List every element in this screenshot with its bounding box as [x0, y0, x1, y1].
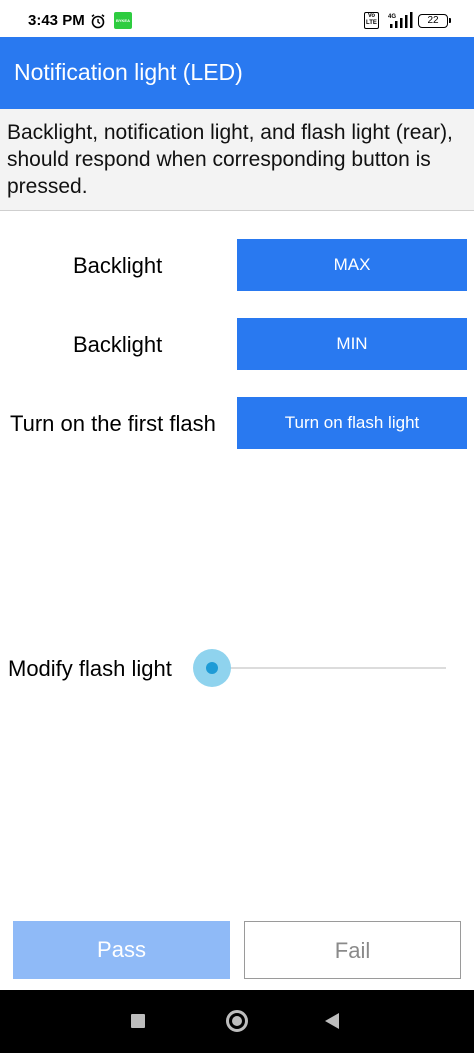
- backlight-max-label: Backlight: [73, 253, 163, 278]
- flash-light-button[interactable]: Turn on flash light: [237, 397, 467, 449]
- cell-signal-icon: 4G: [388, 12, 413, 28]
- triangle-back-icon[interactable]: [325, 1013, 339, 1029]
- network-type-label: 4G: [388, 14, 396, 20]
- backlight-max-button[interactable]: MAX: [237, 239, 467, 291]
- square-icon[interactable]: [131, 1014, 145, 1028]
- battery-icon: 22: [418, 14, 451, 28]
- screen: 3:43 PM BYKEA Vo LTE 4G 22 Notification …: [0, 0, 474, 1053]
- navigation-bar: [0, 990, 474, 1053]
- flash-slider-thumb[interactable]: [206, 662, 218, 674]
- pass-button[interactable]: Pass: [13, 921, 230, 979]
- app-bar: Notification light (LED): [0, 37, 474, 109]
- test-description: Backlight, notification light, and flash…: [0, 109, 474, 211]
- status-bar: 3:43 PM BYKEA Vo LTE 4G 22: [0, 0, 474, 40]
- volte-badge: Vo LTE: [364, 12, 379, 29]
- flash-slider-track[interactable]: [212, 667, 446, 669]
- alarm-clock-icon: [91, 14, 105, 29]
- app-notification-badge: BYKEA: [114, 12, 132, 29]
- flash-slider-label: Modify flash light: [8, 656, 172, 681]
- backlight-min-label: Backlight: [73, 332, 163, 357]
- page-title: Notification light (LED): [14, 59, 243, 85]
- fail-button[interactable]: Fail: [244, 921, 461, 979]
- first-flash-label: Turn on the first flash: [10, 411, 216, 436]
- circle-icon[interactable]: [226, 1010, 248, 1032]
- backlight-min-button[interactable]: MIN: [237, 318, 467, 370]
- status-time: 3:43 PM: [28, 12, 85, 29]
